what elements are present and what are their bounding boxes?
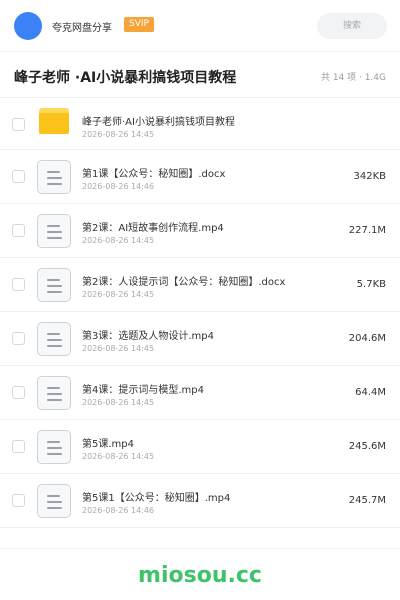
- file-size: 245.7M: [348, 495, 386, 506]
- file-name: 第4课：提示词与模型.mp4: [82, 385, 204, 396]
- select-checkbox[interactable]: [12, 440, 25, 453]
- list-item[interactable]: 第3课：选题及人物设计.mp4 2026-08-26 14:45 204.6M: [0, 312, 400, 366]
- file-date: 2026-08-26 14:46: [82, 182, 155, 191]
- footer: miosou.cc: [0, 548, 400, 600]
- list-item[interactable]: 第5课1【公众号：秘知圈】.mp4 2026-08-26 14:46 245.7…: [0, 474, 400, 528]
- file-size: 245.6M: [348, 441, 386, 452]
- folder-meta: 共 14 项 · 1.4G: [320, 73, 386, 83]
- page-title: 峰子老师 ·AI小说暴利搞钱项目教程: [14, 70, 237, 86]
- document-icon: [37, 430, 71, 464]
- file-date: 2026-08-26 14:45: [82, 344, 155, 353]
- file-size: 64.4M: [355, 387, 386, 398]
- file-date: 2026-08-26 14:45: [82, 236, 155, 245]
- document-icon: [37, 376, 71, 410]
- document-icon: [37, 268, 71, 302]
- file-date: 2026-08-26 14:45: [82, 290, 155, 299]
- list-item[interactable]: 第4课：提示词与模型.mp4 2026-08-26 14:45 64.4M: [0, 366, 400, 420]
- file-date: 2026-08-26 14:45: [82, 130, 155, 139]
- folder-icon: [39, 108, 69, 134]
- document-icon: [37, 160, 71, 194]
- select-checkbox[interactable]: [12, 224, 25, 237]
- file-name: 第3课：选题及人物设计.mp4: [82, 331, 214, 342]
- top-bar: 夸克网盘分享 SVIP 搜索: [0, 0, 400, 52]
- document-icon: [37, 214, 71, 248]
- select-checkbox[interactable]: [12, 118, 25, 131]
- file-size: 342KB: [353, 171, 386, 182]
- file-name: 第1课【公众号：秘知圈】.docx: [82, 169, 226, 180]
- select-checkbox[interactable]: [12, 278, 25, 291]
- file-name: 第5课1【公众号：秘知圈】.mp4: [82, 493, 231, 504]
- watermark: miosou.cc: [138, 563, 262, 588]
- file-list: 峰子老师·AI小说暴利搞钱项目教程 2026-08-26 14:45 第1课【公…: [0, 98, 400, 528]
- file-date: 2026-08-26 14:45: [82, 452, 155, 461]
- file-size: 204.6M: [348, 333, 386, 344]
- document-icon: [37, 322, 71, 356]
- folder-header: 峰子老师 ·AI小说暴利搞钱项目教程 共 14 项 · 1.4G: [0, 52, 400, 98]
- file-name: 第5课.mp4: [82, 439, 134, 450]
- search-input[interactable]: 搜索: [317, 13, 387, 39]
- list-item[interactable]: 第2课：AI短故事创作流程.mp4 2026-08-26 14:45 227.1…: [0, 204, 400, 258]
- select-checkbox[interactable]: [12, 170, 25, 183]
- file-name: 第2课：人设提示词【公众号：秘知圈】.docx: [82, 277, 286, 288]
- avatar[interactable]: [14, 12, 42, 40]
- svip-badge: SVIP: [124, 17, 154, 32]
- file-date: 2026-08-26 14:45: [82, 398, 155, 407]
- app-name: 夸克网盘分享: [52, 23, 112, 34]
- file-name: 峰子老师·AI小说暴利搞钱项目教程: [82, 117, 235, 128]
- document-icon: [37, 484, 71, 518]
- list-item[interactable]: 峰子老师·AI小说暴利搞钱项目教程 2026-08-26 14:45: [0, 98, 400, 150]
- file-date: 2026-08-26 14:46: [82, 506, 155, 515]
- list-item[interactable]: 第2课：人设提示词【公众号：秘知圈】.docx 2026-08-26 14:45…: [0, 258, 400, 312]
- file-size: 5.7KB: [356, 279, 386, 290]
- select-checkbox[interactable]: [12, 494, 25, 507]
- select-checkbox[interactable]: [12, 332, 25, 345]
- file-size: 227.1M: [348, 225, 386, 236]
- select-checkbox[interactable]: [12, 386, 25, 399]
- file-name: 第2课：AI短故事创作流程.mp4: [82, 223, 224, 234]
- list-item[interactable]: 第5课.mp4 2026-08-26 14:45 245.6M: [0, 420, 400, 474]
- list-item[interactable]: 第1课【公众号：秘知圈】.docx 2026-08-26 14:46 342KB: [0, 150, 400, 204]
